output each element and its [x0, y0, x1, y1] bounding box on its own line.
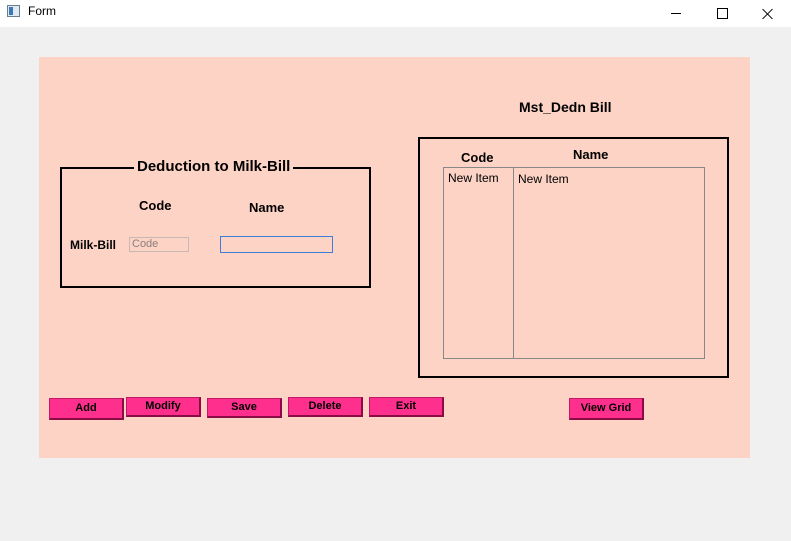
window-title: Form [28, 4, 56, 18]
name-input[interactable] [220, 236, 333, 253]
minimize-button[interactable] [653, 0, 699, 27]
milk-bill-label: Milk-Bill [70, 238, 117, 252]
code-label: Code [139, 198, 172, 213]
grid-name-header: Name [573, 147, 609, 162]
close-button[interactable] [745, 0, 791, 27]
grid-code-header: Code [461, 150, 494, 165]
view-grid-button[interactable]: View Grid [569, 398, 644, 420]
form-window-icon [7, 5, 20, 17]
maximize-button[interactable] [699, 0, 745, 27]
groupbox-title: Deduction to Milk-Bill [134, 158, 294, 175]
name-list-item[interactable]: New Item [518, 172, 569, 186]
code-input[interactable]: Code [129, 237, 189, 252]
name-label: Name [249, 200, 285, 215]
add-button[interactable]: Add [49, 398, 124, 420]
modify-button[interactable]: Modify [126, 397, 201, 417]
grid-listbox[interactable]: New Item New Item [443, 167, 705, 359]
minimize-icon [671, 13, 681, 14]
maximize-icon [716, 8, 728, 19]
column-divider [513, 168, 514, 358]
code-list-item[interactable]: New Item [448, 171, 499, 185]
save-button[interactable]: Save [207, 398, 282, 418]
title-bar: Form [0, 0, 791, 27]
main-panel: Mst_Dedn Bill Deduction to Milk-Bill Cod… [39, 57, 750, 458]
delete-button[interactable]: Delete [288, 397, 363, 417]
exit-button[interactable]: Exit [369, 397, 444, 417]
close-icon [762, 8, 774, 20]
grid-title: Mst_Dedn Bill [519, 99, 612, 115]
deduction-groupbox: Deduction to Milk-Bill Code Name Milk-Bi… [60, 158, 371, 288]
grid-frame: Code Name New Item New Item [418, 137, 729, 378]
